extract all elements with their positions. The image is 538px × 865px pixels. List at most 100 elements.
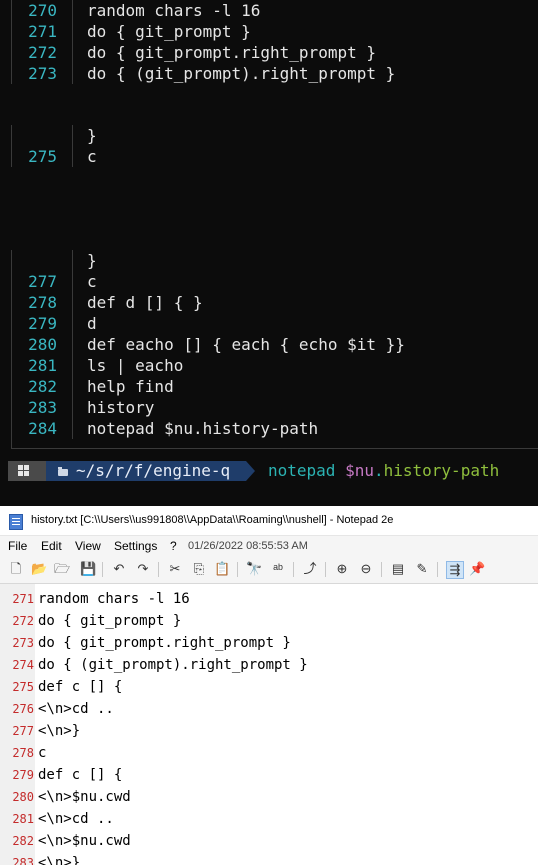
terminal-line: 275 c bbox=[0, 146, 538, 167]
notepad-window[interactable]: history.txt [C:\\Users\\us991808\\AppDat… bbox=[0, 506, 538, 865]
menu-settings[interactable]: Settings bbox=[114, 536, 157, 557]
editor-line-number: 271 bbox=[12, 592, 34, 606]
toolbar-separator bbox=[325, 562, 326, 577]
editor-line[interactable]: 282 <\n>$nu.cwd bbox=[0, 830, 538, 852]
menu-file[interactable]: File bbox=[8, 536, 27, 557]
menu-edit[interactable]: Edit bbox=[41, 536, 62, 557]
terminal-line: 272 do { git_prompt.right_prompt } bbox=[0, 42, 538, 63]
toolbar-separator bbox=[293, 562, 294, 577]
terminal-line-text: do { (git_prompt).right_prompt } bbox=[87, 64, 396, 83]
browse-icon[interactable]: 🗁 bbox=[54, 561, 70, 577]
notepad-app-icon[interactable] bbox=[9, 514, 23, 530]
editor-line[interactable]: 277 <\n>} bbox=[0, 720, 538, 742]
terminal-line-number: 279 bbox=[28, 314, 57, 333]
editor-area[interactable]: 271 random chars -l 16 272 do { git_prompt … bbox=[0, 584, 538, 865]
terminal-line-text: ls | eacho bbox=[87, 356, 184, 375]
zoom-out-icon[interactable]: ⊖ bbox=[358, 561, 374, 577]
editor-line[interactable]: 274 do { (git_prompt).right_prompt } bbox=[0, 654, 538, 676]
command-dot: . bbox=[373, 461, 384, 480]
terminal-line: } bbox=[0, 125, 538, 146]
terminal-line-text: def eacho [] { each { echo $it }} bbox=[87, 335, 405, 354]
menu-view[interactable]: View bbox=[75, 536, 101, 557]
find-icon[interactable]: 🔭 bbox=[246, 561, 262, 577]
toolbar-separator bbox=[102, 562, 103, 577]
terminal-gutter-separator bbox=[72, 418, 73, 439]
editor-line[interactable]: 271 random chars -l 16 bbox=[0, 588, 538, 610]
terminal-line: 283 history bbox=[0, 397, 538, 418]
editor-line-number: 278 bbox=[12, 746, 34, 760]
prompt-path: ~/s/r/f/engine-q bbox=[76, 461, 231, 480]
title-bar[interactable]: history.txt [C:\\Users\\us991808\\AppDat… bbox=[0, 506, 538, 535]
redo-icon[interactable]: ↷ bbox=[135, 561, 151, 577]
view-icon[interactable]: ⇶ bbox=[446, 561, 464, 579]
scheme-icon[interactable]: ▤ bbox=[390, 561, 406, 577]
toolbar: 🗋 📂 🗁 💾 ↶ ↷ ✂ ⎘ 📋 🔭 ᵃᵇ ⤴ ⊕ ⊖ ▤ ✎ ⇶ 📌 bbox=[0, 556, 538, 584]
prompt-command[interactable]: notepad $nu.history-path bbox=[268, 459, 499, 483]
replace-icon[interactable]: ᵃᵇ bbox=[270, 561, 286, 577]
terminal-gutter-separator bbox=[72, 376, 73, 397]
terminal-line-text: history bbox=[87, 398, 155, 417]
copy-icon[interactable]: ⎘ bbox=[191, 561, 207, 577]
terminal-line-number: 284 bbox=[28, 419, 57, 438]
editor-line[interactable]: 276 <\n>cd .. bbox=[0, 698, 538, 720]
folder-icon bbox=[58, 467, 68, 476]
shell-prompt[interactable]: ~/s/r/f/engine-q notepad $nu.history-pat… bbox=[0, 459, 538, 483]
cut-icon[interactable]: ✂ bbox=[167, 561, 183, 577]
toolbar-separator bbox=[437, 562, 438, 577]
editor-line-number: 276 bbox=[12, 702, 34, 716]
toolbar-separator bbox=[381, 562, 382, 577]
terminal-gutter-separator bbox=[72, 250, 73, 271]
goto-icon[interactable]: ⤴ bbox=[302, 561, 318, 577]
editor-line-number: 280 bbox=[12, 790, 34, 804]
paste-icon[interactable]: 📋 bbox=[214, 561, 230, 577]
editor-line[interactable]: 272 do { git_prompt } bbox=[0, 610, 538, 632]
editor-line-text: <\n>} bbox=[38, 855, 81, 865]
editor-line-text: <\n>} bbox=[38, 723, 81, 739]
ontop-icon[interactable]: 📌 bbox=[469, 561, 485, 577]
save-icon[interactable]: 💾 bbox=[80, 561, 96, 577]
terminal-gutter-separator bbox=[72, 292, 73, 313]
editor-line[interactable]: 279 def c [] { bbox=[0, 764, 538, 786]
editor-line-text: <\n>$nu.cwd bbox=[38, 789, 131, 805]
terminal-gutter-separator bbox=[72, 334, 73, 355]
editor-line[interactable]: 281 <\n>cd .. bbox=[0, 808, 538, 830]
window-title: history.txt [C:\\Users\\us991808\\AppDat… bbox=[31, 514, 394, 526]
terminal-line: 271 do { git_prompt } bbox=[0, 21, 538, 42]
terminal-line-number: 273 bbox=[28, 64, 57, 83]
terminal-line-number: 271 bbox=[28, 22, 57, 41]
terminal-line-number: 280 bbox=[28, 335, 57, 354]
editor-line[interactable]: 283 <\n>} bbox=[0, 852, 538, 865]
menu-help[interactable]: ? bbox=[170, 536, 177, 557]
editor-line[interactable]: 280 <\n>$nu.cwd bbox=[0, 786, 538, 808]
zoom-in-icon[interactable]: ⊕ bbox=[334, 561, 350, 577]
terminal-gutter-separator bbox=[72, 355, 73, 376]
terminal-line-number: 272 bbox=[28, 43, 57, 62]
new-icon[interactable]: 🗋 bbox=[8, 561, 24, 577]
terminal-line-text: help find bbox=[87, 377, 174, 396]
undo-icon[interactable]: ↶ bbox=[111, 561, 127, 577]
terminal-output: 270 random chars -l 16 271 do { git_prompt … bbox=[0, 0, 538, 458]
terminal-line-number: 283 bbox=[28, 398, 57, 417]
editor-line-number: 272 bbox=[12, 614, 34, 628]
edit-icon[interactable]: ✎ bbox=[414, 561, 430, 577]
terminal-line-number: 278 bbox=[28, 293, 57, 312]
open-icon[interactable]: 📂 bbox=[31, 561, 47, 577]
editor-line-text: random chars -l 16 bbox=[38, 591, 190, 607]
terminal-line-number: 281 bbox=[28, 356, 57, 375]
editor-line-number: 274 bbox=[12, 658, 34, 672]
menu-bar: File Edit View Settings ? 01/26/2022 08:… bbox=[0, 535, 538, 557]
editor-line-text: <\n>$nu.cwd bbox=[38, 833, 131, 849]
editor-line-text: c bbox=[38, 745, 47, 761]
terminal-gutter-separator bbox=[72, 271, 73, 292]
editor-line[interactable]: 278 c bbox=[0, 742, 538, 764]
editor-line[interactable]: 275 def c [] { bbox=[0, 676, 538, 698]
terminal-gutter-separator bbox=[72, 42, 73, 63]
terminal-border-left bbox=[11, 125, 12, 167]
editor-line[interactable]: 273 do { git_prompt.right_prompt } bbox=[0, 632, 538, 654]
terminal-line-text: random chars -l 16 bbox=[87, 1, 261, 20]
toolbar-separator bbox=[158, 562, 159, 577]
terminal-gutter-separator bbox=[72, 125, 73, 146]
prompt-separator bbox=[246, 461, 255, 481]
terminal-gutter-separator bbox=[72, 21, 73, 42]
terminal-line-text: } bbox=[87, 126, 97, 145]
